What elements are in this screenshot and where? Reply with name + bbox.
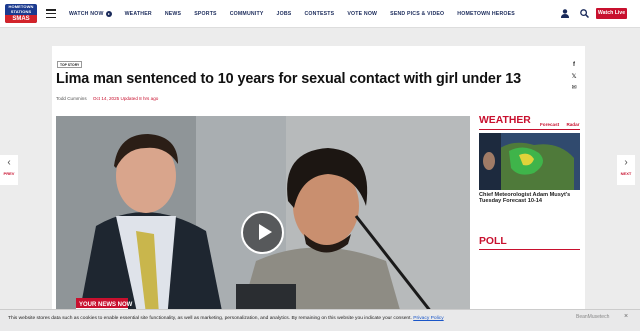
nav-item-community[interactable]: COMMUNITY: [230, 11, 264, 17]
search-icon[interactable]: [580, 9, 589, 18]
chevron-left-icon: ‹: [7, 157, 11, 168]
consent-provider-logo: BeanMusetech: [576, 314, 610, 320]
logo-top-text: HOMETOWN STATIONS: [8, 4, 34, 14]
top-navigation-bar: HOMETOWN STATIONS SMAS WATCH NOW WEATHER…: [0, 0, 640, 28]
next-article-button[interactable]: › NEXT: [617, 155, 635, 185]
byline: Todd Cummins Oct 14, 2025 Updated 8 hrs …: [56, 96, 158, 101]
forecast-link[interactable]: Forecast: [540, 122, 559, 127]
cookie-consent-banner: This website stores data such as cookies…: [0, 309, 640, 331]
nav-item-label: WATCH NOW: [69, 11, 104, 17]
cookie-text: This website stores data such as cookies…: [8, 316, 412, 321]
next-label: NEXT: [620, 171, 632, 176]
site-logo[interactable]: HOMETOWN STATIONS SMAS: [5, 4, 37, 23]
close-icon[interactable]: ×: [624, 313, 628, 320]
facebook-icon[interactable]: f: [571, 62, 577, 73]
weather-video-caption[interactable]: Chief Meteorologist Adam Musyt's Tuesday…: [479, 192, 583, 205]
cookie-message: This website stores data such as cookies…: [8, 316, 444, 321]
poll-divider: [479, 249, 580, 250]
nav-item-vote-now[interactable]: VOTE NOW: [347, 11, 377, 17]
weather-video-thumbnail[interactable]: [479, 133, 580, 190]
nav-item-contests[interactable]: CONTESTS: [304, 11, 334, 17]
top-story-badge[interactable]: TOP STORY: [57, 61, 83, 68]
article-headline: Lima man sentenced to 10 years for sexua…: [56, 71, 522, 87]
main-nav: WATCH NOW WEATHER NEWS SPORTS COMMUNITY …: [69, 0, 528, 28]
poll-section-title: POLL: [479, 236, 507, 247]
nav-item-sports[interactable]: SPORTS: [194, 11, 217, 17]
weather-section-title: WEATHER: [479, 115, 531, 126]
weather-links: Forecast Radar: [540, 122, 585, 127]
privacy-policy-link[interactable]: Privacy Policy: [413, 316, 443, 321]
nav-item-watch-now[interactable]: WATCH NOW: [69, 11, 112, 17]
share-toolbar: f 𝕏 ✉: [571, 62, 577, 95]
prev-article-button[interactable]: ‹ PREV: [0, 155, 18, 185]
nav-item-hometown-heroes[interactable]: HOMETOWN HEROES: [457, 11, 515, 17]
user-account-icon[interactable]: [561, 9, 569, 18]
x-twitter-icon[interactable]: 𝕏: [571, 73, 577, 84]
nav-item-weather[interactable]: WEATHER: [125, 11, 152, 17]
radar-link[interactable]: Radar: [566, 122, 579, 127]
nav-item-send-pics-video[interactable]: SEND PICS & VIDEO: [390, 11, 444, 17]
play-circle-icon: [105, 11, 112, 17]
author-name[interactable]: Todd Cummins: [56, 96, 87, 101]
nav-item-jobs[interactable]: JOBS: [277, 11, 292, 17]
weather-divider: [479, 129, 580, 130]
hamburger-menu-icon[interactable]: [46, 9, 56, 19]
chevron-right-icon: ›: [624, 157, 628, 168]
weather-map-image: [479, 133, 580, 190]
video-overlay-text: YOUR NEWS NOW: [79, 302, 133, 308]
nav-item-news[interactable]: NEWS: [165, 11, 181, 17]
play-video-button[interactable]: [241, 211, 284, 254]
logo-bottom-text: SMAS: [5, 15, 37, 23]
publish-date: Oct 14, 2025 Updated 8 hrs ago: [92, 96, 159, 101]
watch-live-button[interactable]: Watch Live: [596, 8, 627, 19]
prev-label: PREV: [3, 171, 15, 176]
email-icon[interactable]: ✉: [571, 84, 577, 95]
